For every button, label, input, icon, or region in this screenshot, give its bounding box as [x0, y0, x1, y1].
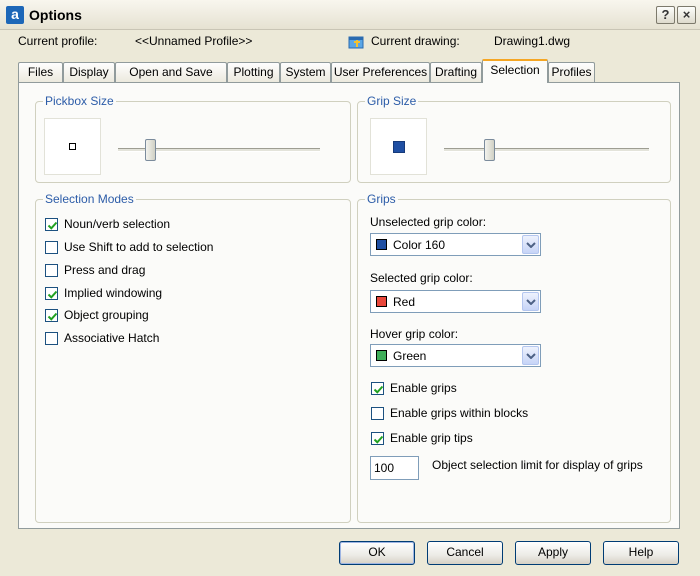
use-shift-checkbox[interactable]	[45, 241, 58, 254]
selected-grip-color-select[interactable]: Red	[370, 290, 541, 313]
grip-size-label: Grip Size	[365, 94, 419, 108]
help-title-button[interactable]: ?	[656, 6, 675, 24]
tab-drafting[interactable]: Drafting	[430, 62, 482, 83]
color-swatch-icon	[376, 239, 387, 250]
enable-grips-checkbox[interactable]	[371, 382, 384, 395]
enable-grips-label: Enable grips	[390, 381, 457, 395]
unselected-grip-color-label: Unselected grip color:	[370, 215, 487, 229]
tab-files[interactable]: Files	[18, 62, 63, 83]
tab-plotting[interactable]: Plotting	[227, 62, 280, 83]
pickbox-size-group: Pickbox Size	[35, 94, 351, 183]
tab-open-and-save[interactable]: Open and Save	[115, 62, 227, 83]
chevron-down-icon[interactable]	[522, 346, 539, 365]
selection-tab-panel: Pickbox Size Grip Size Selection Modes N…	[18, 82, 680, 529]
hover-grip-color-select[interactable]: Green	[370, 344, 541, 367]
implied-windowing-label: Implied windowing	[64, 286, 163, 300]
grip-preview	[370, 118, 427, 175]
object-selection-limit-input[interactable]: 100	[370, 456, 419, 480]
pickbox-slider-thumb[interactable]	[145, 139, 156, 161]
use-shift-label: Use Shift to add to selection	[64, 240, 214, 254]
grips-group: Grips Unselected grip color: Color 160 S…	[357, 192, 671, 523]
object-grouping-label: Object grouping	[64, 308, 149, 322]
current-profile-value: <<Unnamed Profile>>	[135, 34, 253, 48]
apply-button[interactable]: Apply	[515, 541, 591, 565]
pickbox-size-label: Pickbox Size	[43, 94, 116, 108]
help-button[interactable]: Help	[603, 541, 679, 565]
press-and-drag-checkbox[interactable]	[45, 264, 58, 277]
associative-hatch-checkbox[interactable]	[45, 332, 58, 345]
enable-grip-tips-label: Enable grip tips	[390, 431, 473, 445]
tab-user-preferences[interactable]: User Preferences	[331, 62, 430, 83]
enable-grips-within-blocks-label: Enable grips within blocks	[390, 406, 529, 420]
chevron-down-icon[interactable]	[522, 292, 539, 311]
hover-grip-color-label: Hover grip color:	[370, 327, 459, 341]
grip-square-icon	[393, 141, 405, 153]
press-and-drag-label: Press and drag	[64, 263, 146, 277]
grip-size-slider-track[interactable]	[444, 148, 649, 152]
tab-selection[interactable]: Selection	[482, 59, 548, 83]
selection-modes-group: Selection Modes Noun/verb selection Use …	[35, 192, 351, 523]
pickbox-preview	[44, 118, 101, 175]
tab-display[interactable]: Display	[63, 62, 115, 83]
enable-grips-within-blocks-checkbox[interactable]	[371, 407, 384, 420]
current-profile-label: Current profile:	[18, 34, 98, 48]
associative-hatch-label: Associative Hatch	[64, 331, 160, 345]
noun-verb-selection-label: Noun/verb selection	[64, 217, 171, 231]
window-title: Options	[29, 7, 82, 23]
close-button[interactable]: ×	[677, 6, 696, 24]
tab-system[interactable]: System	[280, 62, 331, 83]
object-selection-limit-label: Object selection limit for display of gr…	[432, 458, 643, 472]
chevron-down-icon[interactable]	[522, 235, 539, 254]
selection-modes-label: Selection Modes	[43, 192, 136, 206]
pickbox-square-icon	[69, 143, 76, 150]
noun-verb-selection-checkbox[interactable]	[45, 218, 58, 231]
grips-label: Grips	[365, 192, 398, 206]
current-drawing-value: Drawing1.dwg	[494, 34, 571, 48]
enable-grip-tips-checkbox[interactable]	[371, 432, 384, 445]
color-swatch-icon	[376, 296, 387, 307]
cancel-button[interactable]: Cancel	[427, 541, 503, 565]
ok-button[interactable]: OK	[339, 541, 415, 565]
object-grouping-checkbox[interactable]	[45, 309, 58, 322]
selected-grip-color-label: Selected grip color:	[370, 271, 473, 285]
implied-windowing-checkbox[interactable]	[45, 287, 58, 300]
grip-size-slider-thumb[interactable]	[484, 139, 495, 161]
color-swatch-icon	[376, 350, 387, 361]
autocad-app-icon: a	[6, 6, 24, 24]
title-bar: a Options ? ×	[0, 0, 700, 30]
unselected-grip-color-value: Color 160	[393, 238, 446, 252]
tab-profiles[interactable]: Profiles	[548, 62, 595, 83]
unselected-grip-color-select[interactable]: Color 160	[370, 233, 541, 256]
grip-size-group: Grip Size	[357, 94, 671, 183]
drawing-icon	[348, 36, 364, 49]
hover-grip-color-value: Green	[393, 349, 427, 363]
current-drawing-label: Current drawing:	[371, 34, 460, 48]
selected-grip-color-value: Red	[393, 295, 416, 309]
